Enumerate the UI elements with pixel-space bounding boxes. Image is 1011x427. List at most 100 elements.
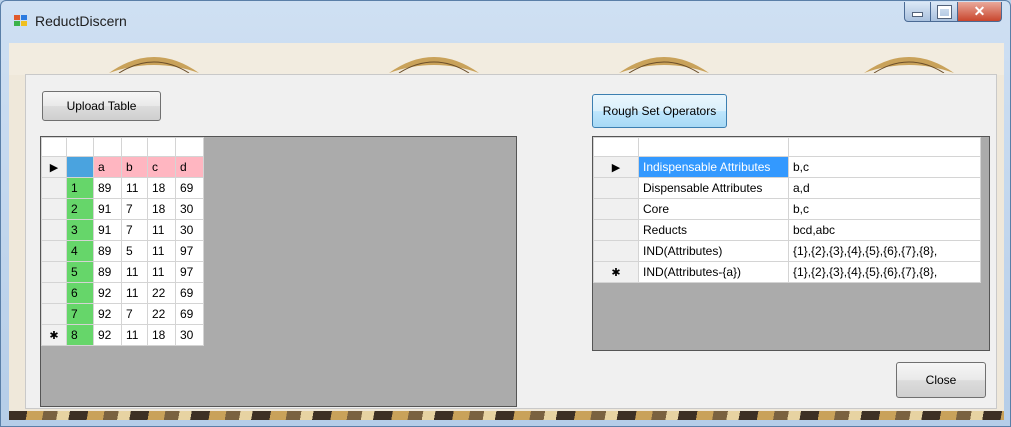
table-row[interactable]: ✱ 8 92 11 18 30 (41, 324, 204, 346)
cell[interactable]: 89 (93, 177, 122, 199)
cell[interactable]: 11 (121, 324, 148, 346)
cell[interactable]: b,c (788, 156, 981, 178)
row-id[interactable]: 7 (66, 303, 94, 325)
results-table: ▶ Indispensable Attributes b,c Dispensab… (593, 137, 981, 283)
upload-table-button[interactable]: Upload Table (42, 91, 161, 121)
row-id[interactable]: 8 (66, 324, 94, 346)
ornament-icon (389, 57, 479, 73)
row-id[interactable]: 1 (66, 177, 94, 199)
table-row[interactable]: Core b,c (593, 198, 981, 220)
cell[interactable]: 18 (147, 198, 176, 220)
title-bar[interactable]: ReductDiscern ✕ (1, 1, 1010, 43)
table-row[interactable]: IND(Attributes) {1},{2},{3},{4},{5},{6},… (593, 240, 981, 262)
table-row[interactable]: 6 92 11 22 69 (41, 282, 204, 304)
new-row-marker-icon: ✱ (41, 324, 67, 346)
ornament-icon (864, 57, 954, 73)
cell[interactable]: 18 (147, 324, 176, 346)
cell[interactable]: Core (638, 198, 789, 220)
cell[interactable]: 69 (175, 177, 204, 199)
cell[interactable]: 11 (121, 177, 148, 199)
column-header-d[interactable]: d (175, 156, 204, 178)
close-icon: ✕ (973, 3, 986, 19)
cell[interactable]: 11 (147, 219, 176, 241)
cell[interactable]: 89 (93, 240, 122, 262)
minimize-button[interactable] (904, 2, 931, 22)
cell[interactable]: 91 (93, 219, 122, 241)
row-id[interactable]: 5 (66, 261, 94, 283)
background-decoration (9, 411, 1004, 420)
column-header-c[interactable]: c (147, 156, 176, 178)
cell[interactable]: 91 (93, 198, 122, 220)
cell[interactable]: bcd,abc (788, 219, 981, 241)
cell[interactable]: IND(Attributes-{a}) (638, 261, 789, 283)
app-window: ReductDiscern ✕ Upload Table Rough Set O… (0, 0, 1011, 427)
cell[interactable]: 18 (147, 177, 176, 199)
table-row[interactable]: 3 91 7 11 30 (41, 219, 204, 241)
cell[interactable]: 11 (147, 240, 176, 262)
minimize-icon (912, 12, 923, 17)
current-row-marker-icon: ▶ (41, 156, 67, 178)
row-id[interactable]: 4 (66, 240, 94, 262)
cell[interactable]: a,d (788, 177, 981, 199)
table-row[interactable]: 4 89 5 11 97 (41, 240, 204, 262)
cell[interactable]: 11 (121, 282, 148, 304)
table-row[interactable]: ▶ Indispensable Attributes b,c (593, 156, 981, 178)
app-icon[interactable] (14, 15, 28, 27)
cell[interactable]: 22 (147, 282, 176, 304)
cell[interactable]: {1},{2},{3},{4},{5},{6},{7},{8}, (788, 261, 981, 283)
table-row[interactable]: 5 89 11 11 97 (41, 261, 204, 283)
cell[interactable]: 97 (175, 261, 204, 283)
row-id[interactable]: 6 (66, 282, 94, 304)
cell[interactable] (66, 156, 94, 178)
close-button[interactable]: Close (896, 362, 986, 398)
cell[interactable]: 97 (175, 240, 204, 262)
cell[interactable]: 22 (147, 303, 176, 325)
cell[interactable]: IND(Attributes) (638, 240, 789, 262)
table-row[interactable]: Dispensable Attributes a,d (593, 177, 981, 199)
table-row[interactable]: ✱ IND(Attributes-{a}) {1},{2},{3},{4},{5… (593, 261, 981, 283)
cell[interactable]: {1},{2},{3},{4},{5},{6},{7},{8}, (788, 240, 981, 262)
cell[interactable]: 69 (175, 303, 204, 325)
window-title: ReductDiscern (35, 13, 127, 29)
main-panel: Upload Table Rough Set Operators ▶ a b c… (25, 74, 997, 409)
table-row[interactable]: 2 91 7 18 30 (41, 198, 204, 220)
cell[interactable]: Dispensable Attributes (638, 177, 789, 199)
cell[interactable]: 7 (121, 219, 148, 241)
cell[interactable]: 92 (93, 282, 122, 304)
client-area: Upload Table Rough Set Operators ▶ a b c… (9, 43, 1004, 420)
cell[interactable]: 89 (93, 261, 122, 283)
column-header-a[interactable]: a (93, 156, 122, 178)
cell[interactable]: 5 (121, 240, 148, 262)
data-table-grid[interactable]: ▶ a b c d 1 89 11 18 69 2 91 7 18 30 3 9… (40, 136, 517, 407)
close-window-button[interactable]: ✕ (958, 2, 1002, 22)
maximize-icon (937, 5, 951, 18)
background-decoration (9, 43, 1004, 75)
column-header-b[interactable]: b (121, 156, 148, 178)
rough-set-operators-button[interactable]: Rough Set Operators (592, 94, 727, 128)
cell[interactable]: 7 (121, 198, 148, 220)
table-row[interactable]: Reducts bcd,abc (593, 219, 981, 241)
cell[interactable]: 92 (93, 303, 122, 325)
new-row-marker-icon: ✱ (593, 261, 639, 283)
cell[interactable]: 7 (121, 303, 148, 325)
cell[interactable]: Reducts (638, 219, 789, 241)
table-row[interactable]: 7 92 7 22 69 (41, 303, 204, 325)
cell[interactable]: 30 (175, 198, 204, 220)
table-row[interactable]: 1 89 11 18 69 (41, 177, 204, 199)
cell[interactable]: 92 (93, 324, 122, 346)
row-id[interactable]: 3 (66, 219, 94, 241)
ornament-icon (109, 57, 199, 73)
cell[interactable]: 30 (175, 324, 204, 346)
cell[interactable]: 30 (175, 219, 204, 241)
table-row (593, 137, 981, 157)
cell[interactable]: Indispensable Attributes (638, 156, 789, 178)
table-row[interactable]: ▶ a b c d (41, 156, 204, 178)
row-id[interactable]: 2 (66, 198, 94, 220)
cell[interactable]: 11 (147, 261, 176, 283)
current-row-marker-icon: ▶ (593, 156, 639, 178)
cell[interactable]: b,c (788, 198, 981, 220)
cell[interactable]: 69 (175, 282, 204, 304)
results-grid[interactable]: ▶ Indispensable Attributes b,c Dispensab… (592, 136, 990, 351)
maximize-button[interactable] (931, 2, 958, 22)
cell[interactable]: 11 (121, 261, 148, 283)
